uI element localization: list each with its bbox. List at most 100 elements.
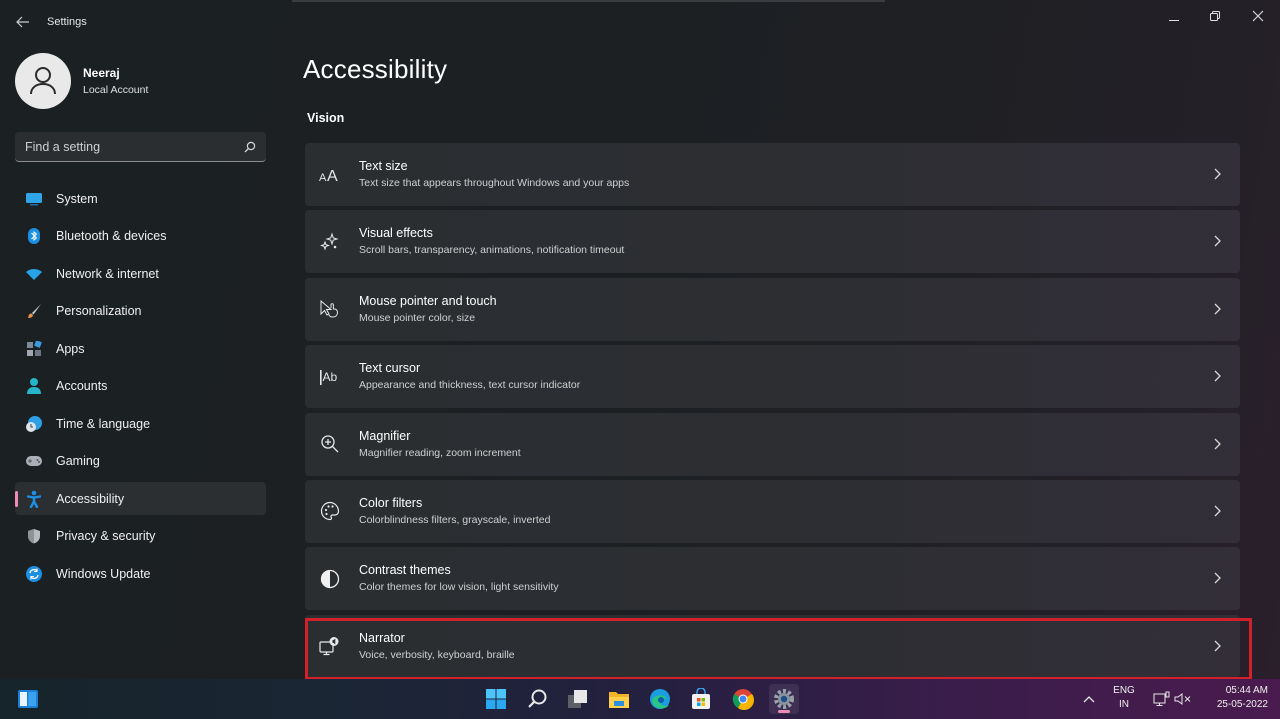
restore-icon [1210, 11, 1220, 21]
sidebar-item-apps[interactable]: Apps [15, 332, 266, 365]
sidebar-item-accounts[interactable]: Accounts [15, 370, 266, 403]
volume-button[interactable] [1168, 684, 1198, 714]
gamepad-icon [25, 452, 43, 470]
title-bar: Settings [0, 0, 1280, 44]
widgets-button[interactable] [13, 684, 43, 714]
tray-overflow-button[interactable] [1074, 684, 1104, 714]
settings-gear-icon [774, 689, 794, 709]
active-app-indicator [778, 710, 790, 713]
windows-start-icon [486, 689, 506, 709]
sidebar-item-privacy-security[interactable]: Privacy & security [15, 520, 266, 553]
sidebar-item-label: Network & internet [56, 266, 159, 281]
svg-text:Ab: Ab [323, 370, 338, 384]
card-color-filters[interactable]: Color filters Colorblindness filters, gr… [305, 479, 1240, 543]
text-size-icon: AA [319, 164, 341, 186]
search-icon [528, 689, 547, 708]
folder-icon [609, 692, 629, 708]
card-title: Text size [359, 159, 408, 173]
clock[interactable]: 05:44 AM 25-05-2022 [1200, 684, 1268, 712]
taskbar-store-button[interactable] [686, 684, 716, 714]
language-indicator[interactable]: ENG IN [1109, 684, 1139, 712]
sidebar-item-label: Apps [56, 341, 85, 356]
sidebar-item-bluetooth[interactable]: Bluetooth & devices [15, 220, 266, 253]
volume-muted-icon [1174, 693, 1191, 705]
search-icon[interactable] [244, 141, 256, 153]
sidebar-nav: System Bluetooth & devices Network & int… [15, 182, 266, 595]
card-subtitle: Colorblindness filters, grayscale, inver… [359, 513, 551, 526]
chevron-right-icon [1210, 301, 1224, 317]
sidebar-item-windows-update[interactable]: Windows Update [15, 557, 266, 590]
clock-date: 25-05-2022 [1216, 699, 1268, 710]
card-title: Magnifier [359, 428, 411, 443]
person-icon [30, 67, 56, 95]
chevron-right-icon [1210, 166, 1224, 182]
card-narrator[interactable]: Narrator Voice, verbosity, keyboard, bra… [305, 614, 1240, 678]
narrator-icon [319, 635, 341, 657]
sidebar-item-system[interactable]: System [15, 182, 266, 215]
text-cursor-icon: Ab [319, 366, 341, 388]
taskbar-settings-button[interactable] [769, 684, 799, 714]
search-input[interactable] [25, 139, 244, 154]
sidebar-item-personalization[interactable]: Personalization [15, 295, 266, 328]
card-visual-effects[interactable]: Visual effects Scroll bars, transparency… [305, 210, 1240, 274]
card-contrast-themes[interactable]: Contrast themes Color themes for low vis… [305, 547, 1240, 611]
svg-text:A: A [327, 168, 338, 183]
settings-window: Settings Neeraj Local Account System B [0, 0, 1280, 680]
taskbar-chrome-button[interactable] [728, 684, 758, 714]
sidebar-item-label: Bluetooth & devices [56, 229, 167, 243]
shield-icon [25, 527, 43, 545]
taskbar-task-view-button[interactable] [563, 684, 593, 714]
sidebar-item-label: Privacy & security [56, 529, 156, 543]
user-profile[interactable]: Neeraj Local Account [15, 53, 148, 109]
card-title: Color filters [359, 495, 423, 510]
taskbar-edge-button[interactable] [645, 684, 675, 714]
chrome-icon [732, 689, 754, 710]
pointer-touch-icon [319, 298, 341, 320]
card-subtitle: Scroll bars, transparency, animations, n… [359, 244, 625, 257]
profile-name: Neeraj [83, 66, 120, 80]
sidebar-item-accessibility[interactable]: Accessibility [15, 482, 266, 515]
chevron-right-icon [1210, 570, 1224, 586]
card-title: Mouse pointer and touch [359, 293, 497, 308]
card-mouse-pointer-touch[interactable]: Mouse pointer and touch Mouse pointer co… [305, 277, 1240, 341]
paintbrush-icon [25, 302, 43, 320]
taskbar-search-button[interactable] [522, 684, 552, 714]
svg-text:A: A [319, 172, 327, 183]
region-code: IN [1119, 699, 1129, 710]
sidebar-item-label: Gaming [56, 454, 100, 468]
card-subtitle: Text size that appears throughout Window… [359, 177, 630, 189]
card-title: Contrast themes [359, 563, 451, 578]
sidebar-item-gaming[interactable]: Gaming [15, 445, 266, 478]
sparkle-icon [319, 231, 341, 253]
contrast-icon [319, 568, 341, 590]
card-text-cursor[interactable]: Ab Text cursor Appearance and thickness,… [305, 345, 1240, 409]
close-button[interactable] [1238, 4, 1278, 28]
taskbar: ENG IN 05:44 AM 25-05-2022 [0, 679, 1280, 719]
arrow-left-icon [16, 16, 29, 28]
chevron-up-icon [1083, 696, 1095, 703]
update-icon [25, 565, 43, 583]
minimize-button[interactable] [1154, 4, 1194, 28]
bluetooth-icon [25, 227, 43, 245]
sidebar-item-time-language[interactable]: Time & language [15, 407, 266, 440]
card-subtitle: Magnifier reading, zoom increment [359, 446, 521, 459]
close-icon [1252, 10, 1264, 22]
restore-button[interactable] [1195, 4, 1235, 28]
card-title: Text cursor [359, 361, 421, 376]
card-text-size[interactable]: AA Text size Text size that appears thro… [305, 143, 1240, 206]
taskbar-file-explorer-button[interactable] [604, 684, 634, 714]
chevron-right-icon [1210, 368, 1224, 384]
taskbar-start-button[interactable] [481, 684, 511, 714]
card-magnifier[interactable]: Magnifier Magnifier reading, zoom increm… [305, 412, 1240, 476]
accessibility-icon [25, 490, 43, 508]
profile-account-type: Local Account [83, 84, 149, 96]
active-indicator [15, 491, 18, 507]
store-icon [692, 688, 710, 709]
sidebar-item-network[interactable]: Network & internet [15, 257, 266, 290]
task-view-icon [568, 690, 587, 708]
search-box[interactable] [15, 132, 266, 162]
avatar [15, 53, 71, 109]
back-button[interactable] [12, 10, 34, 34]
section-title-vision: Vision [307, 111, 345, 125]
card-subtitle: Appearance and thickness, text cursor in… [359, 379, 581, 392]
